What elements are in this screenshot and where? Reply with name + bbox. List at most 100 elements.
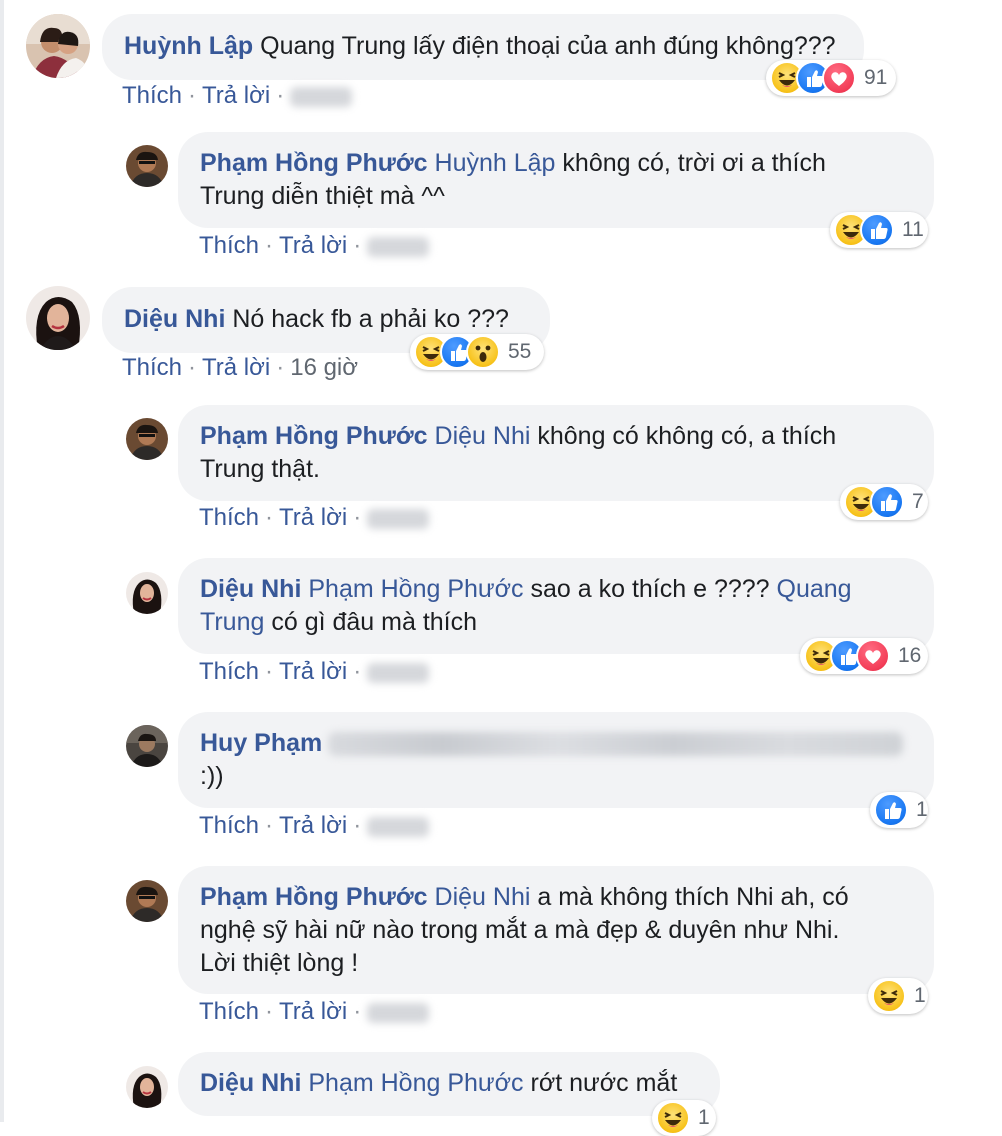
comment-actions: Thích · Trả lời · 16 giờ [122, 354, 358, 381]
mention-tag[interactable]: Phạm Hồng Phước [308, 575, 523, 603]
comment-text: không có, trời ơi a thích [562, 149, 826, 177]
comment-actions: Thích · Trả lời · [199, 232, 430, 260]
comment-text: sao a ko thích e ???? [530, 575, 770, 603]
comment-actions: Thích · Trả lời · [199, 998, 430, 1026]
avatar[interactable] [126, 880, 168, 922]
comment-text: không có không có, a thích [537, 422, 837, 450]
mention-tag[interactable]: Huỳnh Lập [435, 149, 556, 177]
comment-text: rớt nước mắt [530, 1069, 678, 1097]
reaction-summary[interactable]: 11 [830, 212, 928, 248]
love-reaction-icon [856, 639, 890, 673]
comment-text-line2: Trung thật. [200, 455, 320, 483]
like-link[interactable]: Thích [122, 354, 182, 381]
like-link[interactable]: Thích [199, 232, 259, 259]
avatar[interactable] [126, 1066, 168, 1108]
comment-actions: Thích · Trả lời · [122, 82, 353, 110]
like-link[interactable]: Thích [199, 658, 259, 685]
reaction-summary[interactable]: 55 [410, 334, 544, 370]
comment-actions: Thích · Trả lời · [199, 658, 430, 686]
like-reaction-icon [870, 485, 904, 519]
comment-author[interactable]: Huỳnh Lập [124, 32, 253, 60]
avatar-photo [126, 572, 168, 614]
comment-actions: Thích · Trả lời · [199, 504, 430, 532]
reaction-summary[interactable]: 16 [800, 638, 928, 674]
like-reaction-icon [874, 793, 908, 827]
comment-text-line2: nghệ sỹ hài nữ nào trong mắt a mà đẹp & … [200, 916, 840, 944]
reaction-summary[interactable]: 1 [868, 978, 928, 1014]
haha-reaction-icon [872, 979, 906, 1013]
comment-author[interactable]: Diệu Nhi [124, 305, 225, 333]
reaction-summary[interactable]: 1 [652, 1100, 716, 1136]
avatar[interactable] [26, 14, 90, 78]
mention-tag[interactable]: Phạm Hồng Phước [308, 1069, 523, 1097]
avatar[interactable] [26, 286, 90, 350]
comment-bubble: Phạm Hồng Phước Diệu Nhi a mà không thíc… [178, 866, 934, 994]
comment-text: Nó hack fb a phải ko ??? [232, 305, 509, 333]
mention-tag[interactable]: Diệu Nhi [435, 422, 531, 450]
comment-author[interactable]: Phạm Hồng Phước [200, 149, 428, 177]
comment-author[interactable]: Diệu Nhi [200, 575, 301, 603]
comment-bubble: Huỳnh Lập Quang Trung lấy điện thoại của… [102, 14, 864, 80]
like-link[interactable]: Thích [199, 812, 259, 839]
like-link[interactable]: Thích [199, 998, 259, 1025]
comment-author[interactable]: Phạm Hồng Phước [200, 422, 428, 450]
avatar[interactable] [126, 725, 168, 767]
reply-link[interactable]: Trả lời [279, 658, 347, 685]
blurred-timestamp [367, 508, 430, 529]
avatar[interactable] [126, 572, 168, 614]
reply-link[interactable]: Trả lời [202, 354, 270, 381]
reaction-count: 1 [698, 1106, 710, 1129]
reaction-count: 55 [508, 340, 532, 363]
comment-text-line2: có gì đâu mà thích [271, 608, 478, 636]
comment-actions: Thích · Trả lời · [199, 812, 430, 840]
reaction-summary[interactable]: 91 [766, 60, 896, 96]
avatar[interactable] [126, 145, 168, 187]
comment-bubble: Huy Phạm :)) [178, 712, 934, 808]
reaction-count: 16 [898, 644, 922, 667]
reaction-count: 7 [912, 490, 924, 513]
avatar-photo [26, 286, 90, 350]
like-link[interactable]: Thích [199, 504, 259, 531]
haha-reaction-icon [656, 1101, 690, 1135]
mention-tag[interactable]: Diệu Nhi [435, 883, 531, 911]
avatar[interactable] [126, 418, 168, 460]
comment-text-line3: Lời thiệt lòng ! [200, 949, 359, 977]
blurred-timestamp [367, 236, 430, 257]
reply-link[interactable]: Trả lời [279, 504, 347, 531]
comment-author[interactable]: Diệu Nhi [200, 1069, 301, 1097]
like-link[interactable]: Thích [122, 82, 182, 109]
reply-link[interactable]: Trả lời [202, 82, 270, 109]
comment-text-line2: Trung diễn thiệt mà ^^ [200, 182, 445, 210]
reaction-count: 1 [916, 798, 928, 821]
comment-text: a mà không thích Nhi ah, có [537, 883, 849, 911]
blurred-timestamp [367, 1002, 430, 1023]
avatar-photo [126, 725, 168, 767]
blurred-timestamp [290, 86, 353, 107]
reaction-summary[interactable]: 1 [870, 792, 928, 828]
avatar-photo [26, 14, 90, 78]
reply-link[interactable]: Trả lời [279, 812, 347, 839]
timestamp[interactable]: 16 giờ [290, 354, 358, 381]
comment-bubble: Phạm Hồng Phước Huỳnh Lập không có, trời… [178, 132, 934, 228]
mention-tag-2[interactable]: Quang [777, 575, 852, 603]
avatar-photo [126, 418, 168, 460]
like-reaction-icon [860, 213, 894, 247]
reply-link[interactable]: Trả lời [279, 998, 347, 1025]
love-reaction-icon [822, 61, 856, 95]
comment-text: Quang Trung lấy điện thoại của anh đúng … [260, 32, 836, 60]
comment-text-line2: :)) [200, 762, 224, 790]
reply-link[interactable]: Trả lời [279, 232, 347, 259]
comment-author[interactable]: Huy Phạm [200, 729, 322, 757]
comment-author[interactable]: Phạm Hồng Phước [200, 883, 428, 911]
comment-bubble: Diệu Nhi Phạm Hồng Phước rớt nước mắt [178, 1052, 720, 1116]
avatar-photo [126, 145, 168, 187]
blurred-timestamp [367, 816, 430, 837]
avatar-photo [126, 880, 168, 922]
reaction-summary[interactable]: 7 [840, 484, 928, 520]
reaction-count: 1 [914, 984, 926, 1007]
avatar-photo [126, 1066, 168, 1108]
blurred-timestamp [367, 662, 430, 683]
reaction-count: 11 [902, 218, 924, 241]
mention-tag-2-cont[interactable]: Trung [200, 608, 264, 636]
wow-reaction-icon [466, 335, 500, 369]
